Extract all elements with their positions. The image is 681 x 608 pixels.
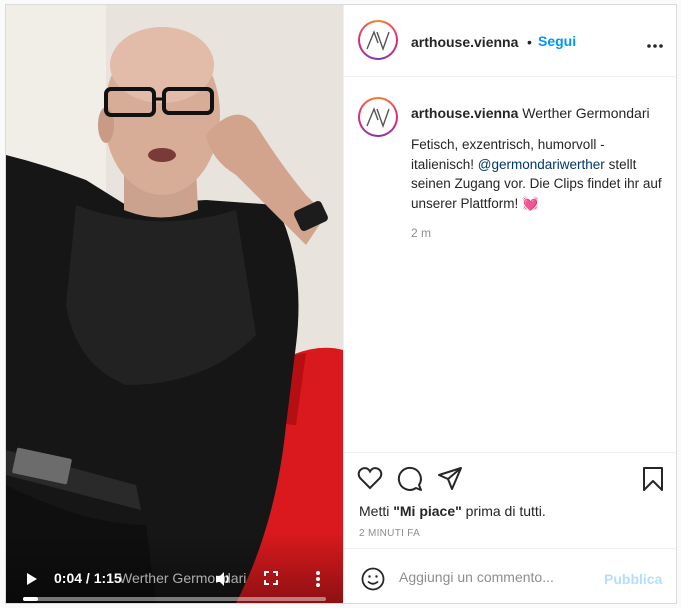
caption-avatar[interactable] <box>358 97 398 137</box>
caption-logo <box>360 99 396 135</box>
likes-prefix: Metti <box>359 503 394 519</box>
video-frame <box>6 5 343 603</box>
video-controls: Werther Germondari 0:04 / 1:15 <box>6 533 343 603</box>
video-progress-fill <box>23 597 39 601</box>
caption-username[interactable]: arthouse.vienna <box>411 105 518 121</box>
video-progress-bar[interactable] <box>23 597 326 601</box>
emoji-icon[interactable] <box>361 567 385 596</box>
caption-section: arthouse.vienna Werther Germondari Fetis… <box>344 78 676 452</box>
caption-mention-link[interactable]: @germondariwerther <box>478 157 605 172</box>
instagram-post: Werther Germondari 0:04 / 1:15 arthouse.… <box>5 4 677 604</box>
likes-suffix: prima di tutti. <box>461 503 546 519</box>
share-icon[interactable] <box>437 466 463 497</box>
post-header: arthouse.vienna • Segui <box>344 5 676 77</box>
video-time: 0:04 / 1:15 <box>54 570 122 586</box>
avatar[interactable] <box>358 20 398 60</box>
play-icon[interactable] <box>26 572 38 586</box>
fullscreen-icon[interactable] <box>264 571 278 585</box>
caption-body: Fetisch, exzentrisch, humorvoll - italie… <box>411 135 667 213</box>
separator-dot: • <box>527 34 532 50</box>
volume-icon[interactable] <box>214 570 232 588</box>
logo <box>360 22 396 58</box>
more-vertical-icon[interactable] <box>315 570 321 588</box>
publish-button[interactable]: Pubblica <box>604 571 662 587</box>
follow-button[interactable]: Segui <box>538 33 576 49</box>
more-horizontal-icon[interactable] <box>646 37 664 48</box>
bookmark-icon[interactable] <box>641 466 665 497</box>
video-player[interactable]: Werther Germondari 0:04 / 1:15 <box>6 5 343 603</box>
comment-icon[interactable] <box>397 466 423 497</box>
caption-age: 2 m <box>411 226 432 240</box>
caption-title: Werther Germondari <box>522 105 650 121</box>
likes-text: Metti "Mi piace" prima di tutti. <box>359 503 546 519</box>
post-details-panel: arthouse.vienna • Segui arthouse.vienna … <box>343 5 676 603</box>
heart-icon[interactable] <box>357 466 383 495</box>
header-username[interactable]: arthouse.vienna <box>411 34 518 50</box>
post-timestamp[interactable]: 2 MINUTI FA <box>359 528 420 539</box>
action-bar: Metti "Mi piace" prima di tutti. 2 MINUT… <box>344 452 676 552</box>
caption-text: arthouse.vienna Werther Germondari Fetis… <box>411 103 667 213</box>
comment-input[interactable] <box>399 564 599 590</box>
like-link[interactable]: "Mi piace" <box>393 503 462 519</box>
heart-emoji: 💓 <box>522 195 539 211</box>
comment-bar: Pubblica <box>344 548 676 603</box>
